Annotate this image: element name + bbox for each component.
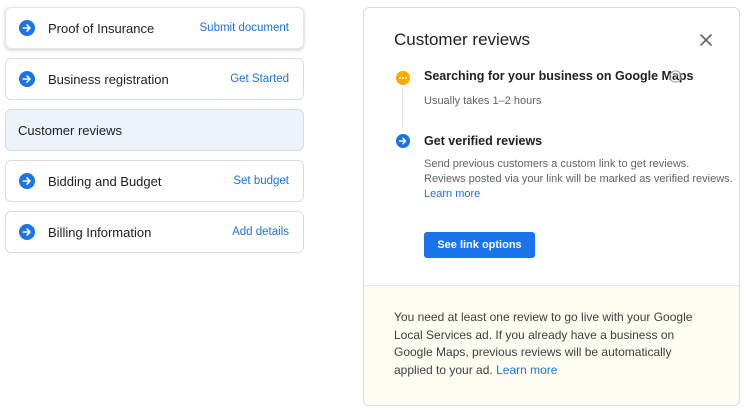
panel-title: Customer reviews [394,30,531,49]
help-circle-icon[interactable] [669,70,682,83]
get-started-link[interactable]: Get Started [230,73,289,85]
notice-line: Google Maps, previous reviews will be au… [394,345,672,359]
setup-step-list: Proof of Insurance Submit document Busin… [5,7,304,262]
timeline-connector [402,88,403,128]
step-billing-information[interactable]: Billing Information Add details [5,211,304,253]
notice-line-text: applied to your ad. [394,362,493,377]
step-customer-reviews[interactable]: Customer reviews [5,109,304,151]
notice-line-last: applied to your ad. Learn more [394,362,714,380]
arrow-right-circle-icon [19,20,35,36]
review-requirement-notice: You need at least one review to go live … [364,285,739,405]
close-button[interactable] [698,32,714,48]
pending-dots-icon [396,71,410,85]
notice-line: Local Services ad. If you already have a… [394,327,675,342]
set-budget-link[interactable]: Set budget [233,175,289,187]
learn-more-link[interactable]: Learn more [424,187,729,202]
step-label: Customer reviews [18,122,123,138]
see-link-options-button[interactable]: See link options [424,232,535,258]
notice-learn-more-link[interactable]: Learn more [496,363,557,377]
description-line: Reviews posted via your link will be mar… [424,173,733,185]
step-bidding-and-budget[interactable]: Bidding and Budget Set budget [5,160,304,202]
arrow-right-circle-icon [19,173,35,189]
step-label: Bidding and Budget [48,173,162,189]
step-label: Proof of Insurance [48,20,155,36]
notice-text: You need at least one review to go live … [394,309,714,379]
arrow-right-circle-icon [19,71,35,87]
close-icon [700,34,712,46]
searching-status-subtitle: Usually takes 1–2 hours [424,95,542,107]
step-label: Business registration [48,71,169,87]
arrow-right-circle-icon [19,224,35,240]
arrow-right-circle-icon [396,134,410,148]
verified-reviews-title: Get verified reviews [424,134,543,148]
step-business-registration[interactable]: Business registration Get Started [5,58,304,100]
notice-line: You need at least one review to go live … [394,310,693,324]
submit-document-link[interactable]: Submit document [200,22,290,34]
step-proof-of-insurance[interactable]: Proof of Insurance Submit document [5,7,304,49]
step-label: Billing Information [48,224,152,240]
searching-status-title: Searching for your business on Google Ma… [424,69,694,83]
customer-reviews-panel: Customer reviews Searching for your busi… [363,7,740,406]
add-details-link[interactable]: Add details [232,226,289,238]
verified-reviews-description: Send previous customers a custom link to… [424,157,733,202]
description-line: Send previous customers a custom link to… [424,158,690,170]
